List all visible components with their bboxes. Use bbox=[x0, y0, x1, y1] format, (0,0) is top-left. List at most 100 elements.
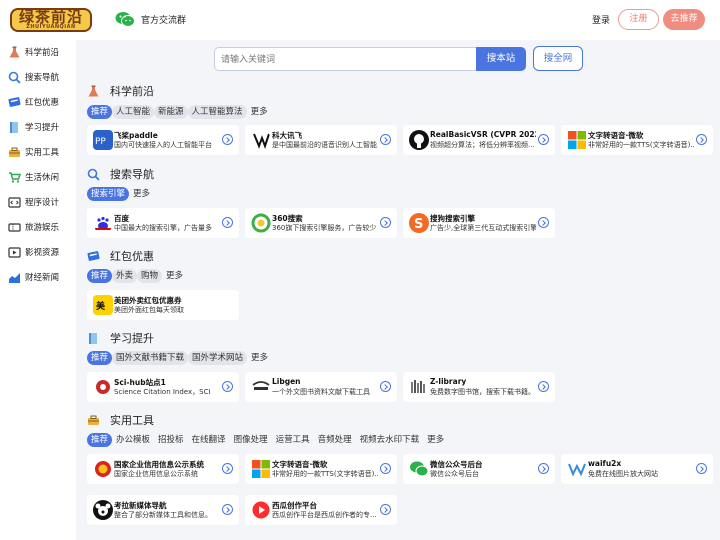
tab-bidding[interactable]: 招投标 bbox=[154, 433, 188, 447]
sidebar-item-travel[interactable]: 旅游娱乐 bbox=[8, 219, 59, 235]
scihub-logo-icon bbox=[93, 377, 113, 397]
more-link[interactable]: 更多 bbox=[129, 187, 154, 201]
ticket-icon bbox=[8, 222, 21, 232]
tab-ai-algorithm[interactable]: 人工智能算法 bbox=[187, 105, 247, 119]
site-card[interactable]: waifu2x 免费在线图片放大网站 bbox=[561, 454, 713, 484]
sidebar-item-tools[interactable]: 实用工具 bbox=[8, 144, 59, 160]
site-card[interactable]: 考拉新媒体导航 整合了部分新媒体工具和信息。 bbox=[87, 495, 239, 525]
github-icon bbox=[409, 130, 429, 150]
tab-video-watermark[interactable]: 视频去水印下载 bbox=[356, 433, 424, 447]
site-name: Z-library bbox=[430, 377, 467, 386]
sidebar-item-coupons[interactable]: 红包优惠 bbox=[8, 94, 59, 110]
wechat-icon[interactable] bbox=[115, 11, 135, 28]
tab-new-energy[interactable]: 新能源 bbox=[154, 105, 188, 119]
site-desc: 微信公众号后台 bbox=[430, 470, 479, 478]
chevron-right-icon[interactable] bbox=[696, 463, 707, 474]
tab-image-processing[interactable]: 图像处理 bbox=[230, 433, 272, 447]
site-card[interactable]: 文字转语音·微软 非常好用的一款TTS(文字转语音)... bbox=[245, 454, 397, 484]
tab-translation[interactable]: 在线翻译 bbox=[188, 433, 230, 447]
site-card[interactable]: RealBasicVSR (CVPR 2022) 视频超分算法；将低分辨率视频.… bbox=[403, 125, 555, 155]
register-button[interactable]: 注册 bbox=[618, 9, 659, 30]
tab-foreign-books[interactable]: 国外文献书籍下载 bbox=[112, 351, 189, 365]
tab-recommend[interactable]: 推荐 bbox=[87, 269, 113, 283]
sidebar-item-video[interactable]: 影视资源 bbox=[8, 244, 59, 260]
chevron-right-icon[interactable] bbox=[538, 463, 549, 474]
chevron-right-icon[interactable] bbox=[380, 134, 391, 145]
sidebar-item-learning[interactable]: 学习提升 bbox=[8, 119, 59, 135]
login-link[interactable]: 登录 bbox=[592, 13, 610, 26]
waifu2x-logo-icon bbox=[567, 459, 587, 479]
tab-recommend[interactable]: 推荐 bbox=[87, 433, 113, 447]
chevron-right-icon[interactable] bbox=[696, 134, 707, 145]
section-title-text: 科学前沿 bbox=[110, 85, 154, 98]
sidebar-item-label: 程序设计 bbox=[25, 198, 60, 208]
more-link[interactable]: 更多 bbox=[423, 433, 448, 447]
chevron-right-icon[interactable] bbox=[538, 217, 549, 228]
more-link[interactable]: 更多 bbox=[162, 269, 187, 283]
search-web-button[interactable]: 搜全网 bbox=[533, 46, 583, 71]
site-card[interactable]: S 搜狗搜索引擎 广告少,全球第三代互动式搜索引擎 bbox=[403, 208, 555, 238]
chevron-right-icon[interactable] bbox=[380, 504, 391, 515]
site-card[interactable]: 360搜索 360旗下搜索引擎服务，广告较少 bbox=[245, 208, 397, 238]
sidebar-item-label: 科学前沿 bbox=[25, 48, 60, 58]
book-icon bbox=[89, 332, 97, 344]
chevron-right-icon[interactable] bbox=[538, 381, 549, 392]
site-card[interactable]: 国家企业信用信息公示系统 国家企业信用信息公示系统 bbox=[87, 454, 239, 484]
sidebar-item-science[interactable]: 科学前沿 bbox=[8, 44, 59, 60]
site-logo[interactable]: 绿茶前沿 ZHUIYUANQIAN bbox=[10, 8, 92, 32]
site-card[interactable]: Z-library 免费数字图书馆，搜索下载书籍。 bbox=[403, 372, 555, 402]
tab-foreign-academic[interactable]: 国外学术网站 bbox=[188, 351, 248, 365]
sidebar-item-label: 影视资源 bbox=[25, 248, 60, 258]
sidebar-item-finance[interactable]: 财经新闻 bbox=[8, 269, 59, 285]
national-emblem-icon bbox=[93, 459, 113, 479]
tab-takeout[interactable]: 外卖 bbox=[112, 269, 138, 283]
site-desc: 一个外文图书资料文献下载工具 bbox=[272, 388, 370, 396]
site-card[interactable]: 美 美团外卖红包优惠券 美团外面红包每天领取 bbox=[87, 290, 239, 320]
chevron-right-icon[interactable] bbox=[222, 134, 233, 145]
site-card[interactable]: Libgen 一个外文图书资料文献下载工具 bbox=[245, 372, 397, 402]
sidebar-item-label: 生活休闲 bbox=[25, 173, 60, 183]
tab-search-engine[interactable]: 搜索引擎 bbox=[87, 187, 130, 201]
section-title-science: 科学前沿 bbox=[87, 83, 154, 99]
search-site-button[interactable]: 搜本站 bbox=[476, 47, 526, 71]
meituan-logo-icon: 美 bbox=[93, 295, 113, 315]
site-card[interactable]: PP 飞桨paddle 国内可快速接入的人工智能平台 bbox=[87, 125, 239, 155]
site-card[interactable]: 科大讯飞 是中国最前沿的语音识别人工智能... bbox=[245, 125, 397, 155]
chevron-right-icon[interactable] bbox=[222, 463, 233, 474]
chevron-right-icon[interactable] bbox=[222, 504, 233, 515]
site-card[interactable]: 文字转语音·微软 非常好用的一款TTS(文字转语音)... bbox=[561, 125, 713, 155]
site-card[interactable]: Sci-hub站点1 Science Citation Index，SCI bbox=[87, 372, 239, 402]
section-title-search: 搜索导航 bbox=[87, 166, 154, 182]
official-group-link[interactable]: 官方交流群 bbox=[141, 13, 186, 26]
tab-shopping[interactable]: 购物 bbox=[137, 269, 163, 283]
site-card[interactable]: 西瓜创作平台 西瓜创作平台是西瓜创作者的专... bbox=[245, 495, 397, 525]
toolbox-icon bbox=[88, 415, 99, 425]
tab-recommend[interactable]: 推荐 bbox=[87, 351, 113, 365]
tab-office-templates[interactable]: 办公模板 bbox=[112, 433, 154, 447]
tab-ai[interactable]: 人工智能 bbox=[112, 105, 155, 119]
tab-ops-tools[interactable]: 运营工具 bbox=[272, 433, 314, 447]
site-card[interactable]: 百度 中国最大的搜索引擎，广告量多 bbox=[87, 208, 239, 238]
chevron-right-icon[interactable] bbox=[380, 381, 391, 392]
sidebar-item-programming[interactable]: 程序设计 bbox=[8, 194, 59, 210]
chevron-right-icon[interactable] bbox=[222, 217, 233, 228]
sidebar-item-search[interactable]: 搜索导航 bbox=[8, 69, 59, 85]
more-link[interactable]: 更多 bbox=[247, 105, 272, 119]
chevron-right-icon[interactable] bbox=[380, 463, 391, 474]
tab-audio[interactable]: 音频处理 bbox=[314, 433, 356, 447]
chevron-right-icon[interactable] bbox=[222, 381, 233, 392]
cart-icon bbox=[9, 171, 21, 183]
search-input[interactable] bbox=[214, 47, 476, 71]
sidebar-item-label: 搜索导航 bbox=[25, 73, 60, 83]
zlibrary-logo-icon bbox=[409, 377, 429, 397]
chevron-right-icon[interactable] bbox=[538, 134, 549, 145]
sidebar-item-label: 实用工具 bbox=[25, 148, 60, 158]
chevron-right-icon[interactable] bbox=[380, 217, 391, 228]
more-link[interactable]: 更多 bbox=[247, 351, 272, 365]
site-desc: 整合了部分新媒体工具和信息。 bbox=[114, 511, 212, 519]
tab-recommend[interactable]: 推荐 bbox=[87, 105, 113, 119]
site-card[interactable]: 微信公众号后台 微信公众号后台 bbox=[403, 454, 555, 484]
site-desc: 西瓜创作平台是西瓜创作者的专... bbox=[272, 511, 377, 519]
recommend-button[interactable]: 去推荐 bbox=[663, 9, 705, 30]
sidebar-item-life[interactable]: 生活休闲 bbox=[8, 169, 59, 185]
